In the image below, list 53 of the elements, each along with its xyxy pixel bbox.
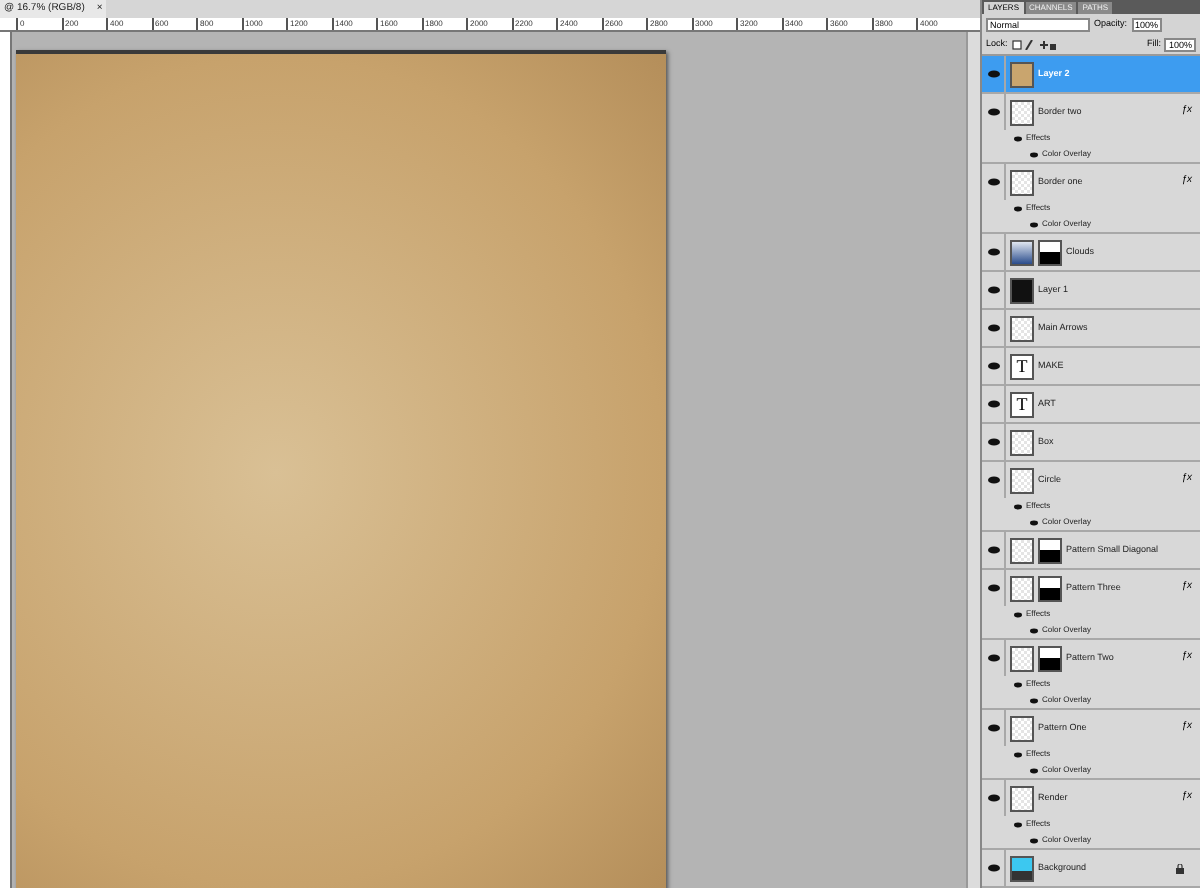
eye-icon[interactable] [1014,503,1022,509]
layer-thumbnail [1010,855,1034,881]
layer-thumbnail [1010,785,1034,811]
eye-icon[interactable] [1030,151,1038,157]
eye-icon[interactable] [1030,767,1038,773]
eye-icon[interactable] [1030,519,1038,525]
eye-icon[interactable] [987,178,999,186]
eye-icon[interactable] [987,476,999,484]
text-layer-thumbnail: T [1010,353,1034,379]
eye-icon[interactable] [987,546,999,554]
eye-icon[interactable] [1014,611,1022,617]
eye-icon[interactable] [987,864,999,872]
layer-thumbnail [1010,537,1034,563]
eye-icon[interactable] [987,724,999,732]
eye-icon[interactable] [1014,681,1022,687]
layer-thumbnail [1010,239,1034,265]
eye-icon[interactable] [987,70,999,78]
layer-thumbnail [1010,429,1034,455]
eye-icon[interactable] [1030,697,1038,703]
eye-icon[interactable] [1014,135,1022,141]
eye-icon[interactable] [987,438,999,446]
eye-icon[interactable] [987,324,999,332]
eye-icon[interactable] [987,794,999,802]
eye-icon[interactable] [1014,205,1022,211]
eye-icon[interactable] [987,400,999,408]
layer-thumbnail [1010,169,1034,195]
eye-icon[interactable] [1014,821,1022,827]
vertical-scrollbar[interactable] [966,32,980,888]
eye-icon[interactable] [987,584,999,592]
layer-mask-thumbnail [1038,575,1062,601]
lock-icons-drawing[interactable] [1011,39,1056,49]
layer-thumbnail [1010,61,1034,87]
eye-icon[interactable] [1030,837,1038,843]
layer-mask-thumbnail [1038,239,1062,265]
layer-thumbnail [1010,575,1034,601]
text-layer-thumbnail: T [1010,391,1034,417]
eye-icon[interactable] [987,362,999,370]
layer-mask-thumbnail [1038,537,1062,563]
layer-thumbnail [1010,467,1034,493]
eye-icon[interactable] [987,286,999,294]
layer-thumbnail [1010,715,1034,741]
layer-mask-thumbnail [1038,645,1062,671]
layer-thumbnail [1010,645,1034,671]
layer-thumbnail [1010,277,1034,303]
eye-icon[interactable] [987,108,999,116]
lock-icon [1176,863,1184,873]
eye-icon[interactable] [1030,221,1038,227]
layer-thumbnail [1010,315,1034,341]
eye-icon[interactable] [987,654,999,662]
eye-icon[interactable] [1014,751,1022,757]
layer-thumbnail [1010,99,1034,125]
eye-icon[interactable] [1030,627,1038,633]
eye-icon[interactable] [987,248,999,256]
